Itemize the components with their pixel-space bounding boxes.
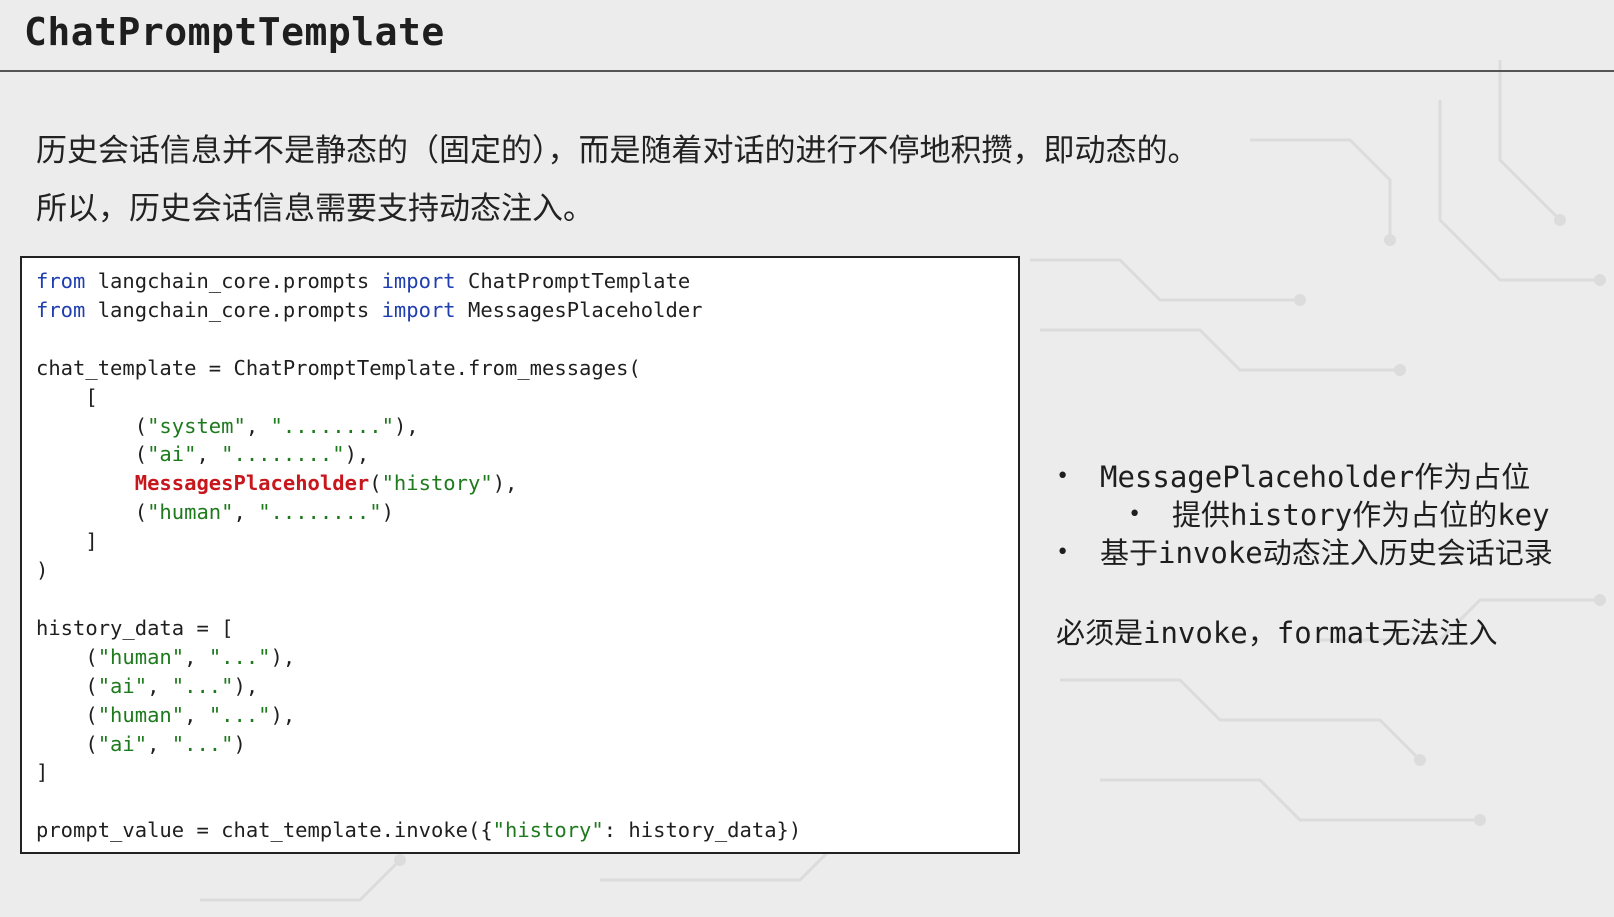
code-string: "..." xyxy=(171,731,234,756)
slide-title: ChatPromptTemplate xyxy=(24,10,445,54)
note-text: MessagePlaceholder作为占位 xyxy=(1100,460,1531,494)
code-line: chat_template = ChatPromptTemplate.from_… xyxy=(36,354,1018,383)
code-string: "human" xyxy=(97,702,185,727)
code-token: ChatPromptTemplate xyxy=(455,269,691,293)
code-string: "........" xyxy=(270,413,394,438)
code-token: ), xyxy=(270,702,296,727)
code-keyword: from xyxy=(36,269,86,293)
code-token: , xyxy=(147,673,172,698)
code-string: "..." xyxy=(171,673,234,698)
code-line: ] xyxy=(36,527,1018,556)
code-highlight: MessagesPlaceholder xyxy=(134,471,370,496)
code-line: ] xyxy=(36,758,1018,787)
code-string: "ai" xyxy=(97,673,148,698)
code-token: ), xyxy=(344,442,370,467)
code-string: "ai" xyxy=(147,442,197,467)
code-token: , xyxy=(245,413,271,438)
code-token: history_data = [ xyxy=(36,615,234,640)
bullet-icon: • xyxy=(1128,502,1142,527)
code-token: ), xyxy=(233,673,259,698)
code-token: , xyxy=(184,702,209,727)
code-string: "system" xyxy=(147,413,246,438)
code-token: ( xyxy=(36,731,98,756)
code-block: from langchain_core.prompts import ChatP… xyxy=(20,256,1020,854)
code-line: ("ai", "..."), xyxy=(36,672,1018,701)
code-keyword: import xyxy=(381,297,456,322)
code-string: "human" xyxy=(97,644,185,669)
code-line: MessagesPlaceholder("history"), xyxy=(36,469,1018,498)
code-keyword: import xyxy=(381,269,456,293)
code-token: prompt_value = chat_template.invoke({ xyxy=(36,818,493,843)
code-line: [ xyxy=(36,383,1018,412)
intro-line-2: 所以，历史会话信息需要支持动态注入。 xyxy=(36,191,594,227)
code-line: ) xyxy=(36,556,1018,585)
code-line: ("human", "..."), xyxy=(36,701,1018,730)
code-token: langchain_core.prompts xyxy=(85,269,382,293)
code-token: , xyxy=(196,442,222,467)
code-token: ), xyxy=(492,471,518,496)
intro-text: 历史会话信息并不是静态的（固定的），而是随着对话的进行不停地积攒，即动态的。 所… xyxy=(36,122,1199,238)
code-string: "history" xyxy=(492,818,604,843)
code-token: ( xyxy=(36,500,148,525)
code-token: ( xyxy=(36,413,148,438)
code-token: ( xyxy=(36,673,98,698)
code-line: ("ai", "........"), xyxy=(36,440,1018,469)
code-line: history_data = [ xyxy=(36,614,1018,643)
code-string: "history" xyxy=(381,471,493,496)
code-token: MessagesPlaceholder xyxy=(455,297,703,322)
code-string: "........" xyxy=(258,500,382,525)
code-line: ("human", "........") xyxy=(36,498,1018,527)
code-keyword: from xyxy=(36,297,86,322)
code-string: "ai" xyxy=(97,731,148,756)
bullet-icon: • xyxy=(1056,464,1070,489)
code-token: , xyxy=(184,644,209,669)
code-token: , xyxy=(147,731,172,756)
code-line: ("ai", "...") xyxy=(36,730,1018,759)
code-token: ( xyxy=(36,702,98,727)
code-token: : history_data}) xyxy=(603,818,802,843)
bullet-icon: • xyxy=(1056,540,1070,565)
code-line: ("system", "........"), xyxy=(36,412,1018,441)
code-string: "human" xyxy=(147,500,234,525)
code-token: , xyxy=(233,500,259,525)
code-line: from langchain_core.prompts import ChatP… xyxy=(36,267,1018,296)
note-text: 基于invoke动态注入历史会话记录 xyxy=(1100,536,1553,570)
code-token: ( xyxy=(36,442,148,467)
title-bar: ChatPromptTemplate xyxy=(0,0,1614,72)
code-line: prompt_value = chat_template.invoke({"hi… xyxy=(36,816,1018,845)
code-string: "..." xyxy=(208,702,271,727)
code-token: ] xyxy=(36,529,98,554)
note-conclusion: 必须是invoke，format无法注入 xyxy=(1056,616,1498,650)
code-string: "........" xyxy=(221,442,345,467)
code-token: ) xyxy=(233,731,246,756)
code-content: from langchain_core.prompts import ChatP… xyxy=(22,258,1018,845)
code-token: ( xyxy=(369,471,382,496)
code-token: ) xyxy=(36,558,49,583)
code-token: langchain_core.prompts xyxy=(85,297,382,322)
intro-line-1: 历史会话信息并不是静态的（固定的），而是随着对话的进行不停地积攒，即动态的。 xyxy=(36,133,1199,169)
code-token: ( xyxy=(36,644,98,669)
code-string: "..." xyxy=(208,644,271,669)
code-token: ) xyxy=(381,500,394,525)
code-token: ] xyxy=(36,760,49,785)
code-token: ), xyxy=(393,413,419,438)
code-line: ("human", "..."), xyxy=(36,643,1018,672)
note-text: 提供history作为占位的key xyxy=(1172,498,1550,532)
code-token: ), xyxy=(270,644,296,669)
code-token: chat_template = ChatPromptTemplate.from_… xyxy=(36,355,641,380)
code-line: from langchain_core.prompts import Messa… xyxy=(36,296,1018,325)
code-token: [ xyxy=(36,384,98,409)
